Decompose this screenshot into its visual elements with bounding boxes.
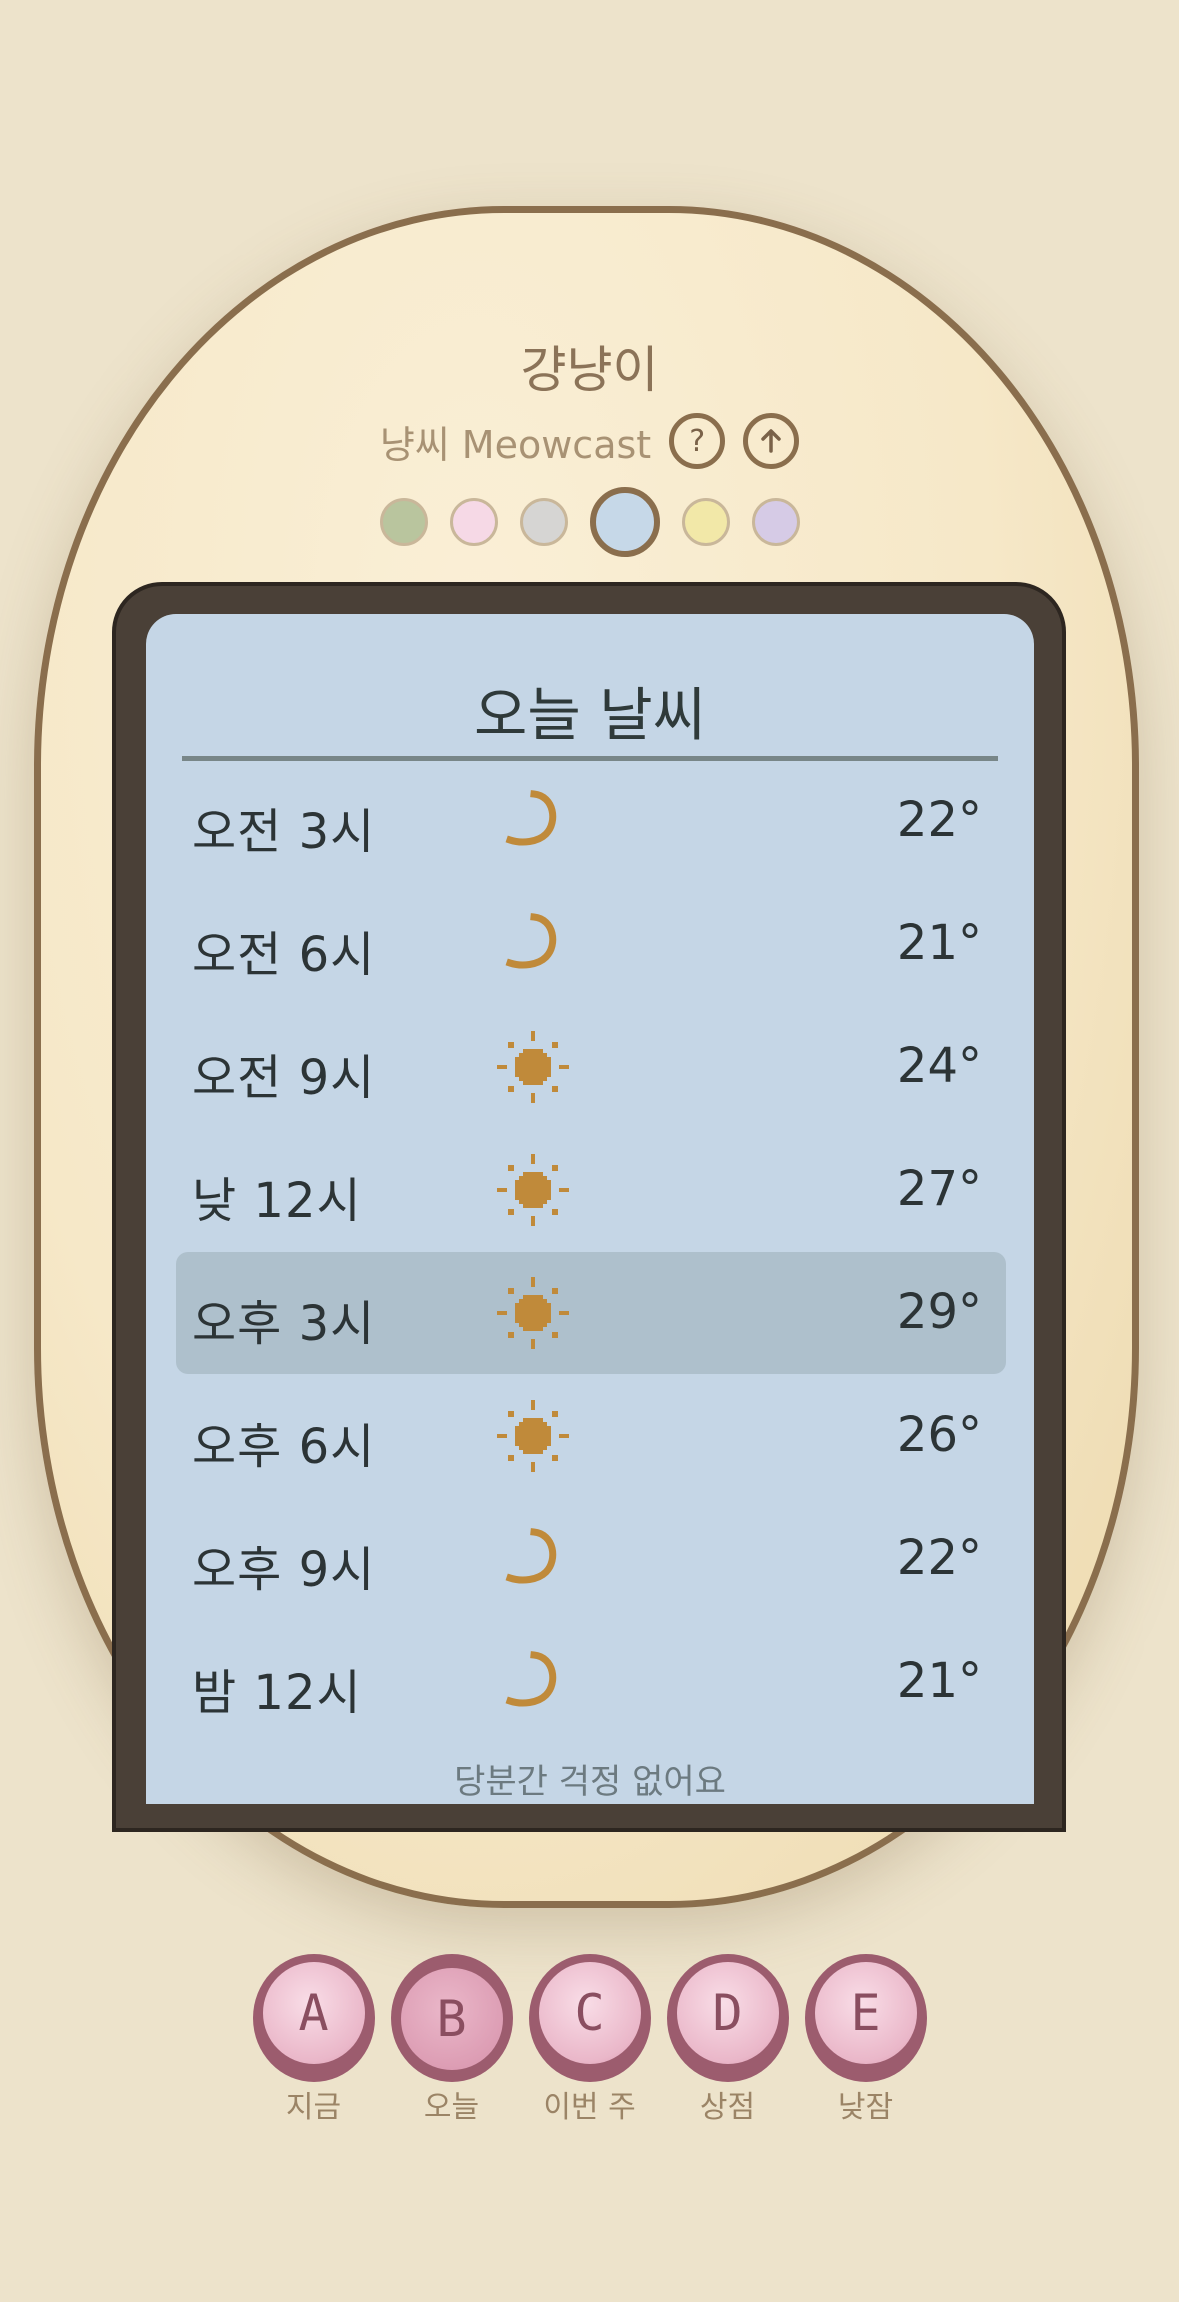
hour-label: 밤 12시 <box>192 1665 362 1721</box>
button-c[interactable]: C <box>528 1954 651 2082</box>
hour-row[interactable]: 오전 3시 22° <box>176 760 1006 882</box>
help-button[interactable]: ? <box>669 413 726 469</box>
button-letter: D <box>676 1962 779 2064</box>
subtitle-row: 냥씨 Meowcast ? <box>0 410 1179 472</box>
button-group-d: D 상점 <box>666 1954 789 2126</box>
hour-label: 오전 3시 <box>192 804 376 860</box>
sun-icon <box>496 1153 570 1227</box>
hour-label: 오후 6시 <box>192 1419 376 1475</box>
hour-row[interactable]: 오후 9시 22° <box>176 1498 1006 1620</box>
button-letter: A <box>262 1962 365 2064</box>
theme-swatch-green[interactable] <box>379 498 428 546</box>
button-label: 지금 <box>285 2090 342 2125</box>
button-label: 오늘 <box>423 2090 480 2125</box>
hour-row[interactable]: 오후 6시 26° <box>176 1375 1006 1497</box>
moon-icon <box>496 1522 570 1596</box>
hour-row[interactable]: 오전 6시 21° <box>176 883 1006 1005</box>
theme-swatch-pink[interactable] <box>449 498 498 546</box>
question-icon: ? <box>689 423 706 459</box>
hour-label: 오후 3시 <box>192 1296 376 1352</box>
weather-screen: 오늘 날씨 당분간 걱정 없어요 오전 3시 22° 오전 6시 21° 오전 9시 24… <box>146 614 1034 1804</box>
share-button[interactable] <box>743 413 800 469</box>
sun-icon <box>496 1276 570 1350</box>
theme-swatch-yellow[interactable] <box>681 498 730 546</box>
theme-swatch-blue[interactable] <box>589 487 660 557</box>
hour-temperature: 21° <box>896 1653 982 1709</box>
hour-row[interactable]: 오후 3시 29° <box>176 1252 1006 1374</box>
hour-label: 낮 12시 <box>192 1173 362 1229</box>
hour-row[interactable]: 낮 12시 27° <box>176 1129 1006 1251</box>
moon-icon <box>496 1645 570 1719</box>
button-letter: B <box>400 1968 503 2070</box>
sun-icon <box>496 1030 570 1104</box>
hour-temperature: 22° <box>896 792 982 848</box>
hour-temperature: 22° <box>896 1530 982 1586</box>
theme-swatches <box>0 486 1179 558</box>
hour-row[interactable]: 오전 9시 24° <box>176 1006 1006 1128</box>
pet-name: 걍냥이 <box>520 341 659 399</box>
hour-temperature: 26° <box>896 1407 982 1463</box>
button-letter: E <box>814 1962 917 2064</box>
screen-title: 오늘 날씨 <box>474 681 706 749</box>
hour-row[interactable]: 밤 12시 21° <box>176 1621 1006 1743</box>
moon-icon <box>496 784 570 858</box>
hour-label: 오후 9시 <box>192 1542 376 1598</box>
button-label: 상점 <box>699 2090 756 2125</box>
hour-temperature: 24° <box>896 1038 982 1094</box>
app-subtitle: 냥씨 Meowcast <box>379 422 652 467</box>
button-d[interactable]: D <box>666 1954 789 2082</box>
button-label: 낮잠 <box>837 2090 894 2125</box>
button-group-a: A 지금 <box>252 1954 375 2126</box>
moon-icon <box>496 907 570 981</box>
button-letter: C <box>538 1962 641 2064</box>
button-a[interactable]: A <box>252 1954 375 2082</box>
control-buttons: A 지금 B 오늘 C 이번 주 D 상점 E 낮잠 <box>0 1954 1179 2126</box>
sun-icon <box>496 1399 570 1473</box>
theme-swatch-gray[interactable] <box>519 498 568 546</box>
arrow-up-icon <box>761 429 781 453</box>
status-message: 당분간 걱정 없어요 <box>454 1762 726 1802</box>
button-e[interactable]: E <box>804 1954 927 2082</box>
hour-temperature: 29° <box>896 1284 982 1340</box>
button-group-b: B 오늘 <box>390 1954 513 2126</box>
button-label: 이번 주 <box>543 2090 636 2125</box>
theme-swatch-lavender[interactable] <box>751 498 800 546</box>
screen-bezel: 오늘 날씨 당분간 걱정 없어요 오전 3시 22° 오전 6시 21° 오전 9시 24… <box>112 582 1066 1832</box>
button-b[interactable]: B <box>390 1954 513 2082</box>
hour-label: 오전 9시 <box>192 1050 376 1106</box>
hour-label: 오전 6시 <box>192 927 376 983</box>
hour-temperature: 27° <box>896 1161 982 1217</box>
button-group-e: E 낮잠 <box>804 1954 927 2126</box>
button-group-c: C 이번 주 <box>528 1954 651 2126</box>
hour-temperature: 21° <box>896 915 982 971</box>
